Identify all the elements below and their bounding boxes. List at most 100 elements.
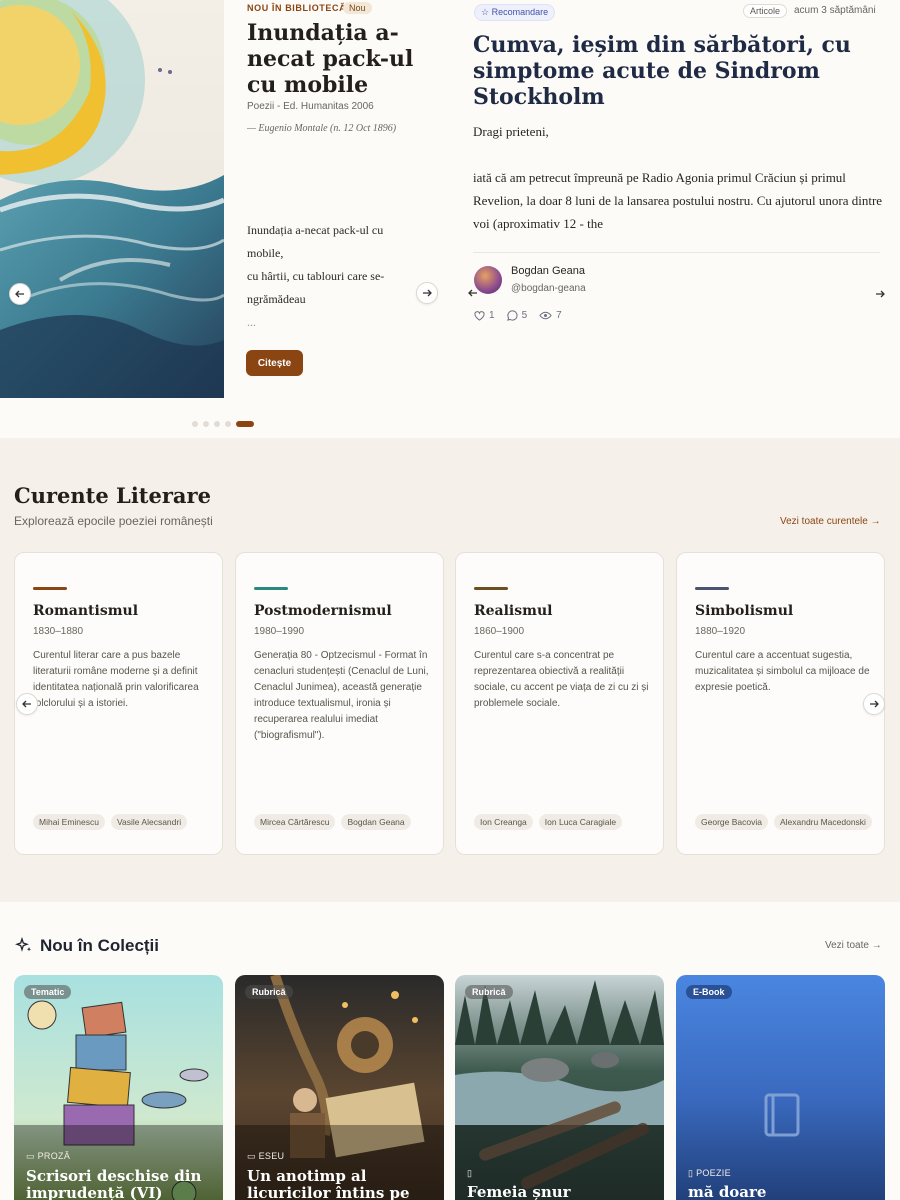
movement-card[interactable]: Postmodernismul 1980–1990 Generația 80 -… [235,552,444,855]
arrow-left-icon [15,290,24,298]
new-badge: Nou [343,2,372,14]
author-chip[interactable]: Ion Creanga [474,814,533,830]
book-eyebrow: NOU ÎN BIBLIOTECĂ [247,3,347,13]
collection-title: mă doare [688,1183,767,1200]
view-all-label: Vezi toate [825,940,869,951]
view-all-movements-link[interactable]: Vezi toate curentele → [780,516,881,527]
category-badge[interactable]: Articole [743,4,788,18]
author-name[interactable]: Bogdan Geana [511,265,585,277]
book-meta: Poezii - Ed. Humanitas 2006 [247,101,374,112]
author-chip[interactable]: Alexandru Macedonski [773,814,872,830]
collection-type-label: POEZIE [696,1168,731,1178]
arrow-left-icon [468,289,477,297]
comments-count: 5 [521,310,528,321]
collection-badge: Rubrică [245,985,293,999]
collection-card[interactable]: Rubrică ▭ ESEU Un anotimp al licuricilor… [235,975,444,1200]
excerpt-line: Inundația a-necat pack-ul cu mobile, [247,223,384,260]
movement-card[interactable]: Realismul 1860–1900 Curentul care s-a co… [455,552,664,855]
movement-card[interactable]: Romantismul 1830–1880 Curentul literar c… [14,552,223,855]
book-author: — Eugenio Montale (n. 12 Oct 1896) [247,123,397,134]
movement-color-bar [695,587,729,590]
collection-cover-image [455,975,664,1200]
movements-next-button[interactable] [863,693,885,715]
arrow-right-icon [876,290,885,298]
divider [473,252,880,253]
movement-color-bar [254,587,288,590]
book-next-button[interactable] [416,282,438,304]
literary-movements-section: Curente Literare Explorează epocile poez… [0,438,900,902]
book-title[interactable]: Inundația a-necat pack-ul cu mobile [247,20,417,98]
author-handle: @bogdan-geana [511,283,586,294]
collection-type: ▭ ESEU [247,1151,284,1162]
collection-title: Scrisori deschise din imprudență (VI) [26,1167,202,1200]
sparkles-icon [15,936,33,960]
slide-dot[interactable] [214,421,220,427]
movement-years: 1880–1920 [695,626,746,637]
book-excerpt: Inundația a-necat pack-ul cu mobile, cu … [247,219,417,334]
document-icon: ▭ [247,1151,256,1161]
article-time: acum 3 săptămâni [794,5,876,16]
collection-type: ▭ PROZĂ [26,1151,70,1162]
movement-description: Curentul care s-a concentrat pe reprezen… [474,650,649,709]
section-subtitle: Explorează epocile poeziei românești [14,514,213,528]
star-icon: ☆ [481,7,490,17]
likes-stat[interactable]: 1 [474,310,495,321]
likes-count: 1 [489,310,495,321]
arrow-left-icon [22,700,31,708]
movement-years: 1860–1900 [474,626,525,637]
movement-title: Postmodernismul [254,603,392,619]
slide-dot[interactable] [225,421,231,427]
author-chips: Mihai Eminescu Vasile Alecsandri [33,814,213,830]
slide-dot[interactable] [203,421,209,427]
movement-years: 1980–1990 [254,626,305,637]
collection-type-label: PROZĂ [37,1151,71,1161]
comment-icon [506,310,518,321]
author-chips: George Bacovia Alexandru Macedonski [695,814,875,830]
movement-card[interactable]: Simbolismul 1880–1920 Curentul care a ac… [676,552,885,855]
slide-dot[interactable] [192,421,198,427]
collection-card[interactable]: Rubrică ▯ Femeia șnur [455,975,664,1200]
author-chip[interactable]: Ion Luca Caragiale [538,814,623,830]
movement-title: Realismul [474,603,553,619]
article-prev-button[interactable] [464,284,482,302]
author-chip[interactable]: Mircea Cărtărescu [254,814,336,830]
movement-description: Generația 80 - Optzecismul - Format în c… [254,650,429,741]
view-all-collections-link[interactable]: Vezi toate → [825,940,882,951]
author-chip[interactable]: Bogdan Geana [341,814,411,830]
movement-years: 1830–1880 [33,626,84,637]
slide-dot-active[interactable] [236,421,254,427]
read-button[interactable]: Citește [246,350,303,376]
recommend-badge: ☆ Recomandare [474,4,556,21]
author-chip[interactable]: Mihai Eminescu [33,814,105,830]
hero-section: NOU ÎN BIBLIOTECĂ Nou Inundația a-necat … [0,0,900,438]
book-icon: ▯ [688,1168,694,1178]
article-greeting: Dragi prieteni, [473,124,549,139]
book-cover-artwork [0,0,224,398]
collection-card[interactable]: Tematic ▭ PROZĂ Scrisori deschise din im… [14,975,223,1200]
author-chip[interactable]: Vasile Alecsandri [111,814,188,830]
movement-title: Romantismul [33,603,139,619]
collection-type-label: ESEU [258,1151,285,1161]
movement-color-bar [474,587,508,590]
comments-stat[interactable]: 5 [506,310,528,321]
section-title: Curente Literare [14,483,211,508]
collection-title: Femeia șnur [467,1183,571,1200]
article-stats: 1 5 7 [474,310,562,321]
movements-prev-button[interactable] [16,693,38,715]
movement-color-bar [33,587,67,590]
views-stat: 7 [539,310,562,321]
article-title[interactable]: Cumva, ieșim din sărbători, cu simptome … [473,32,873,110]
article-next-button[interactable] [870,284,890,304]
collection-badge: Tematic [24,985,72,999]
section-title: Nou în Colecții [40,936,159,955]
article-text: iată că am petrecut împreună pe Radio Ag… [473,170,883,231]
book-icon: ▯ [467,1168,473,1178]
arrow-right-icon [423,289,432,297]
excerpt-line: ... [247,315,256,329]
collections-section: Nou în Colecții Vezi toate → Tematic ▭ P… [0,902,900,1200]
collection-cover-image [676,975,885,1200]
movement-description: Curentul literar care a pus bazele liter… [33,650,199,709]
author-chip[interactable]: George Bacovia [695,814,768,830]
hero-prev-button[interactable] [9,283,31,305]
collection-card[interactable]: E-Book ▯ POEZIE mă doare [676,975,885,1200]
